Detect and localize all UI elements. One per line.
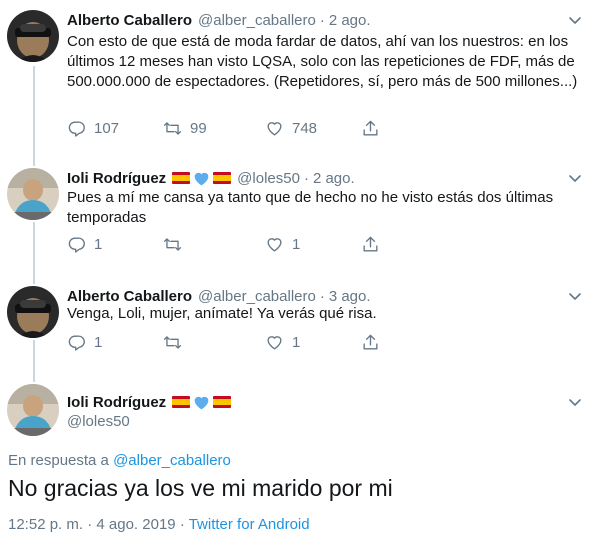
- reply-count: 1: [94, 333, 103, 351]
- spain-flag-icon: [172, 172, 191, 184]
- reply-button[interactable]: 107: [67, 118, 119, 138]
- chevron-down-icon[interactable]: [567, 12, 583, 28]
- main-tweet[interactable]: Ioli Rodríguez @loles50: [0, 384, 591, 436]
- author-handle[interactable]: @loles50: [237, 170, 300, 187]
- chevron-down-icon[interactable]: [567, 394, 583, 410]
- author-handle[interactable]: @alber_caballero: [198, 288, 316, 305]
- blue-heart-icon: [194, 396, 209, 409]
- retweet-button[interactable]: [163, 234, 182, 254]
- tweet[interactable]: Alberto Caballero @alber_caballero · 2 a…: [0, 10, 591, 150]
- heart-icon: [267, 237, 282, 252]
- tweet-date[interactable]: 2 ago.: [313, 170, 355, 187]
- author-handle[interactable]: @alber_caballero: [198, 12, 316, 29]
- retweet-icon: [163, 237, 182, 251]
- avatar[interactable]: [7, 10, 59, 62]
- meta-separator: ·: [179, 516, 185, 533]
- tweet-actions: 107 99 748: [67, 118, 397, 138]
- reply-count: 1: [94, 235, 103, 253]
- spain-flag-icon: [213, 396, 232, 408]
- retweet-count: 99: [190, 119, 207, 137]
- heart-icon: [267, 335, 282, 350]
- reply-to-link[interactable]: @alber_caballero: [113, 452, 231, 469]
- author-name[interactable]: Ioli Rodríguez: [67, 170, 166, 187]
- name-emojis: [172, 171, 232, 186]
- main-tweet-text: No gracias ya los ve mi marido por mi: [8, 475, 393, 501]
- like-button[interactable]: 1: [265, 332, 300, 352]
- reply-icon: [68, 236, 85, 253]
- share-button[interactable]: [361, 234, 380, 254]
- tweet-full-date[interactable]: 4 ago. 2019: [96, 516, 175, 533]
- like-button[interactable]: 1: [265, 234, 300, 254]
- tweet[interactable]: Alberto Caballero @alber_caballero · 3 a…: [0, 286, 591, 366]
- name-emojis: [172, 395, 232, 410]
- tweet-source[interactable]: Twitter for Android: [189, 516, 310, 533]
- tweet-actions: 1 1: [67, 332, 397, 352]
- avatar[interactable]: [7, 384, 59, 436]
- share-icon: [363, 236, 378, 252]
- tweet-date[interactable]: 2 ago.: [329, 12, 371, 29]
- tweet[interactable]: Ioli Rodríguez @loles50 · 2 ago. Pues a …: [0, 168, 591, 268]
- author-name[interactable]: Alberto Caballero: [67, 288, 192, 305]
- reply-prefix: En respuesta a: [8, 452, 109, 469]
- retweet-button[interactable]: [163, 332, 182, 352]
- retweet-icon: [163, 335, 182, 349]
- like-count: 748: [292, 119, 318, 137]
- share-icon: [363, 334, 378, 350]
- retweet-button[interactable]: 99: [163, 118, 207, 138]
- heart-icon: [267, 121, 282, 136]
- like-count: 1: [292, 333, 301, 351]
- share-button[interactable]: [361, 332, 380, 352]
- reply-icon: [68, 120, 85, 137]
- avatar[interactable]: [7, 286, 59, 338]
- chevron-down-icon[interactable]: [567, 170, 583, 186]
- tweet-date[interactable]: 3 ago.: [329, 288, 371, 305]
- author-name[interactable]: Alberto Caballero: [67, 12, 192, 29]
- share-button[interactable]: [361, 118, 380, 138]
- reply-button[interactable]: 1: [67, 234, 102, 254]
- reply-context: En respuesta a @alber_caballero: [8, 452, 231, 469]
- tweet-actions: 1 1: [67, 234, 397, 254]
- author-name[interactable]: Ioli Rodríguez: [67, 394, 166, 411]
- tweet-text: Con esto de que está de moda fardar de d…: [67, 33, 578, 90]
- like-button[interactable]: 748: [265, 118, 317, 138]
- chevron-down-icon[interactable]: [567, 288, 583, 304]
- author-handle[interactable]: @loles50: [67, 413, 130, 430]
- blue-heart-icon: [194, 172, 209, 185]
- share-icon: [363, 120, 378, 136]
- meta-separator: ·: [87, 516, 93, 533]
- separator: ·: [319, 11, 325, 29]
- separator: ·: [303, 169, 309, 187]
- tweet-text: Venga, Loli, mujer, anímate! Ya verás qu…: [67, 305, 377, 322]
- reply-icon: [68, 334, 85, 351]
- retweet-icon: [163, 121, 182, 135]
- avatar[interactable]: [7, 168, 59, 220]
- spain-flag-icon: [213, 172, 232, 184]
- tweet-meta: 12:52 p. m. · 4 ago. 2019 · Twitter for …: [8, 516, 310, 533]
- spain-flag-icon: [172, 396, 191, 408]
- tweet-time[interactable]: 12:52 p. m.: [8, 516, 83, 533]
- reply-button[interactable]: 1: [67, 332, 102, 352]
- separator: ·: [319, 287, 325, 305]
- like-count: 1: [292, 235, 301, 253]
- reply-count: 107: [94, 119, 120, 137]
- tweet-text: Pues a mí me cansa ya tanto que de hecho…: [67, 189, 554, 226]
